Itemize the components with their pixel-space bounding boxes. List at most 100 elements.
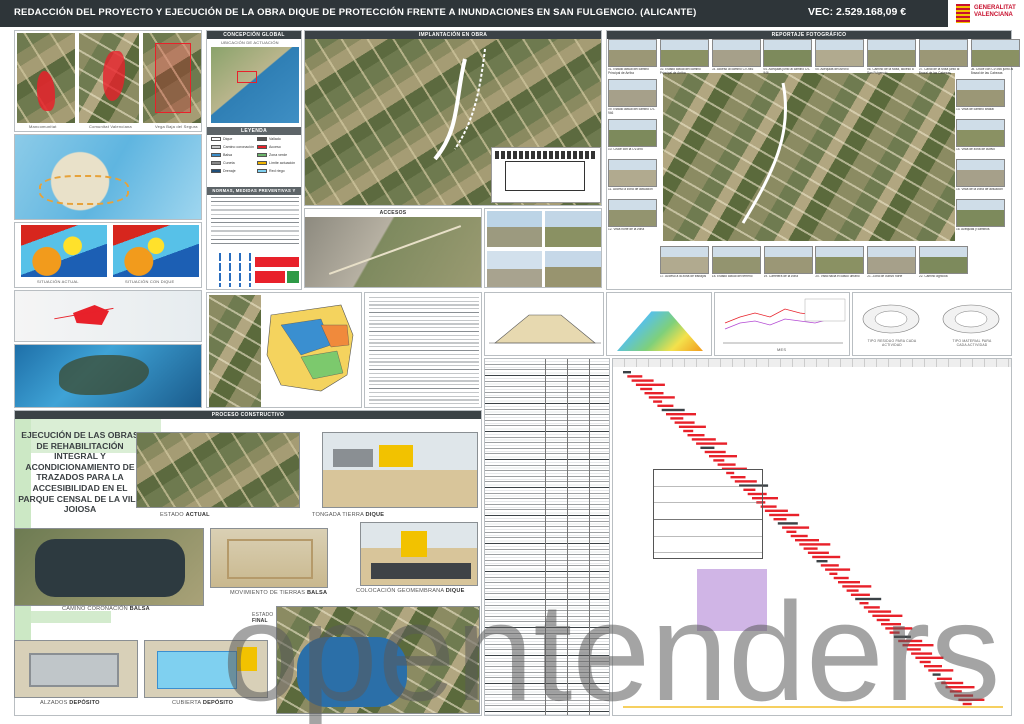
gantt-bar xyxy=(777,522,798,525)
step-image-cubierta xyxy=(144,640,268,698)
gantt-bar xyxy=(842,585,872,588)
flood-caption: SITUACIÓN CON DIQUE xyxy=(125,279,175,284)
photo-caption: 18. Estado actual del terreno xyxy=(711,275,753,278)
gantt-bar xyxy=(881,623,901,626)
gantt-bar xyxy=(825,568,851,571)
step-image-balsa xyxy=(14,528,204,606)
budget-table xyxy=(484,358,610,716)
map-caption: Mancomunitat xyxy=(29,124,57,129)
photo-caption: 10. Cruce con la CV-895 xyxy=(608,148,643,151)
flood-caption: SITUACIÓN ACTUAL xyxy=(37,279,79,284)
gantt-bar xyxy=(790,534,808,538)
site-photo xyxy=(918,39,968,67)
gantt-bar xyxy=(893,635,911,638)
gantt-bar xyxy=(829,572,838,575)
site-photo xyxy=(660,246,709,274)
map-caption: Comunitat Valenciana xyxy=(89,124,132,129)
gantt-bar xyxy=(782,526,810,529)
flood-overview-map xyxy=(14,134,202,220)
gantt-bar xyxy=(898,639,923,643)
generalitat-logo: GENERALITAT VALENCIANA xyxy=(948,0,1024,27)
site-photo xyxy=(956,119,1005,147)
gantt-bar xyxy=(635,383,665,386)
step-image-alzados xyxy=(14,640,138,698)
map-caption: Vega Baja del Segura xyxy=(155,124,198,129)
gantt-bar xyxy=(674,421,695,424)
gantt-bar xyxy=(691,438,716,441)
gantt-bar xyxy=(941,681,964,685)
photo-caption: 04. Acequias junto al camino CV-946 xyxy=(763,68,811,75)
site-photo xyxy=(763,246,813,274)
site-photo xyxy=(956,79,1005,107)
site-photo xyxy=(711,246,761,274)
gantt-bar xyxy=(670,417,684,420)
site-photo xyxy=(659,39,709,67)
gantt-bar xyxy=(799,543,831,546)
step-caption: TONGADA TIERRA DIQUE xyxy=(312,512,385,518)
gantt-bar xyxy=(657,404,674,407)
site-photo xyxy=(763,39,813,67)
gantt-bar xyxy=(954,694,974,697)
gantt-bar xyxy=(764,509,788,512)
spain-map-panel xyxy=(206,292,362,408)
photo-caption: 07. Canal de la Mota junto al Brazal de … xyxy=(918,68,960,75)
project-title: EJECUCIÓN DE LAS OBRAS DE REHABILITACIÓN… xyxy=(18,430,142,515)
site-photo xyxy=(815,246,865,274)
gantt-bar xyxy=(623,371,631,374)
gantt-bar xyxy=(958,698,985,701)
gantt-bar xyxy=(709,455,737,458)
red-zone-map xyxy=(14,290,202,342)
site-photo xyxy=(815,39,865,67)
gantt-bar xyxy=(700,446,715,449)
photo-caption: 12. Vista norte de la zona xyxy=(608,228,645,231)
gantt-chart xyxy=(612,358,1012,716)
gantt-bar xyxy=(863,606,880,609)
photo-caption: 09. Estado actual del camino CV-946 xyxy=(608,108,656,115)
flood-simulation-panel: SITUACIÓN ACTUAL SITUACIÓN CON DIQUE xyxy=(14,222,202,288)
site-photo xyxy=(867,246,917,274)
photo-caption: 01. Estado actual del camino Principal d… xyxy=(608,68,649,75)
gantt-bar xyxy=(812,555,841,559)
color-section xyxy=(606,292,712,356)
gantt-bar xyxy=(911,652,933,655)
site-photo xyxy=(956,199,1005,227)
schedule-chart: MES xyxy=(714,292,850,356)
access-photos xyxy=(484,208,602,288)
gantt-bar xyxy=(666,413,696,416)
gantt-bar xyxy=(653,400,663,403)
gantt-bar xyxy=(648,396,675,399)
gantt-bar xyxy=(962,702,972,706)
photo-caption: 08. Cruce con CV-946 junto al Brazal de … xyxy=(970,68,1014,75)
gantt-bar xyxy=(696,442,728,445)
photo-caption: 15. Vista de la zona de actuación xyxy=(956,188,1003,191)
gantt-bar xyxy=(932,673,941,676)
site-photo xyxy=(608,79,657,107)
step-image-movimiento xyxy=(210,528,328,588)
site-photo xyxy=(919,246,968,274)
photo-caption: 20. Vista hacia el casco urbano xyxy=(815,275,860,278)
photo-caption: 21. Zona de cultivo norte xyxy=(867,275,903,278)
gantt-bar xyxy=(760,505,777,508)
gantt-bar xyxy=(678,425,706,428)
gantt-bar xyxy=(838,581,860,584)
photo-caption: 14. Vista de zona de cultivo xyxy=(956,148,995,151)
technical-text-panel xyxy=(364,292,482,408)
photo-caption: 19. Carretera de la zona xyxy=(763,275,798,278)
gantt-bar xyxy=(928,669,954,672)
gantt-bar xyxy=(820,564,839,567)
site-photo xyxy=(608,39,657,67)
gantt-bar xyxy=(949,690,962,693)
gantt-bar xyxy=(713,459,725,462)
gantt-bar xyxy=(704,450,726,454)
site-photo xyxy=(608,199,657,227)
gantt-bar xyxy=(795,539,819,542)
photo-caption: 02. Estado actual del camino Principal d… xyxy=(659,68,701,75)
gantt-bar xyxy=(885,627,913,630)
gantt-bar xyxy=(876,618,890,622)
coast-map xyxy=(14,344,202,408)
photo-caption: 11. Acceso a zona de actuación xyxy=(608,188,653,191)
chart-axis-label: MES xyxy=(777,347,787,352)
gantt-bar xyxy=(833,576,849,580)
implantacion-panel: IMPLANTACIÓN EN OBRA xyxy=(304,30,602,206)
site-photo xyxy=(956,159,1005,187)
